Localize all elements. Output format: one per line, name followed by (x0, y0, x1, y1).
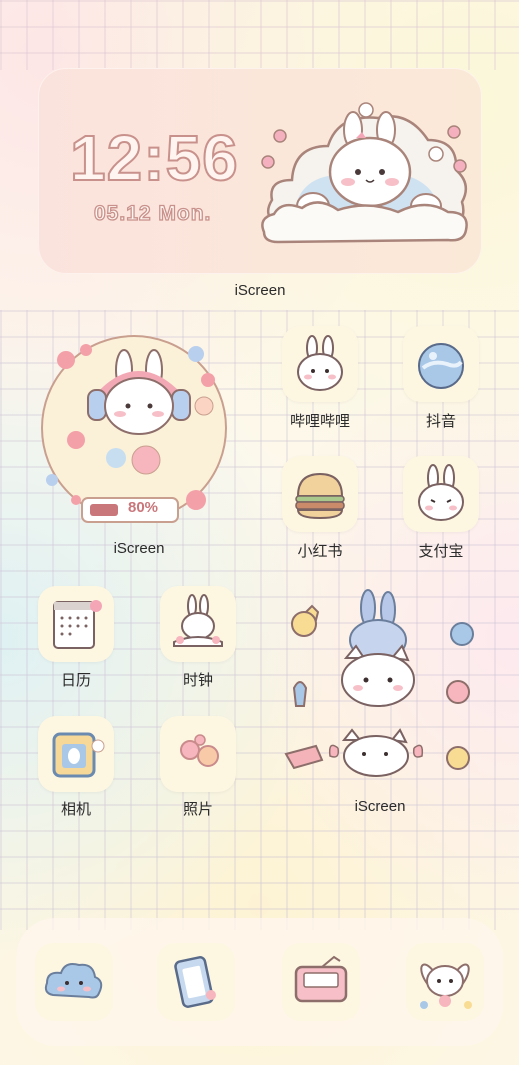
app-calendar[interactable] (38, 586, 114, 662)
app-label-bilibili: 哔哩哔哩 (289, 413, 350, 430)
flowers-icon (180, 734, 219, 767)
phone-icon (174, 956, 216, 1008)
app-camera[interactable] (38, 716, 114, 792)
dock-app-wallet[interactable] (282, 943, 360, 1021)
app-photos[interactable] (160, 716, 236, 792)
bunny-icon (420, 963, 472, 1009)
app-label-camera: 相机 (60, 801, 91, 818)
planet-icon (418, 343, 464, 389)
app-label-alipay: 支付宝 (418, 543, 464, 560)
app-label-clock: 时钟 (182, 672, 213, 689)
dock-app-cloud[interactable] (35, 943, 113, 1021)
app-xiaohongshu[interactable] (282, 456, 358, 532)
pets-widget[interactable] (280, 588, 482, 784)
app-label-xiaohongshu: 小红书 (297, 543, 343, 560)
pets-widget-label: iScreen (354, 798, 406, 815)
wallpaper-grid-top (0, 0, 519, 70)
music-widget-label: iScreen (113, 540, 165, 557)
clock-date: 05.12 Mon. (93, 201, 212, 225)
calendar-icon (53, 600, 102, 649)
bunny-face-icon (297, 335, 343, 391)
app-alipay[interactable] (403, 456, 479, 532)
bunny-cloud-illustration (261, 102, 468, 244)
music-bunny-widget[interactable] (36, 330, 242, 526)
bunny-face-icon (418, 464, 464, 521)
cloud-icon (44, 963, 103, 999)
battery-percent: 80% (128, 499, 159, 516)
dock-app-phone[interactable] (157, 943, 235, 1021)
app-douyin[interactable] (403, 326, 479, 402)
app-label-photos: 照片 (182, 801, 213, 818)
dock-app-bunny[interactable] (406, 943, 484, 1021)
app-label-douyin: 抖音 (425, 413, 456, 430)
wallet-icon (294, 955, 348, 1003)
bunny-clock-icon (173, 594, 223, 647)
camera-icon (52, 732, 105, 778)
burger-icon (295, 472, 345, 520)
app-clock[interactable] (160, 586, 236, 662)
clock-widget-label: iScreen (234, 282, 286, 299)
app-bilibili[interactable] (282, 326, 358, 402)
app-label-calendar: 日历 (60, 672, 91, 689)
clock-time: 12:56 (69, 122, 239, 194)
